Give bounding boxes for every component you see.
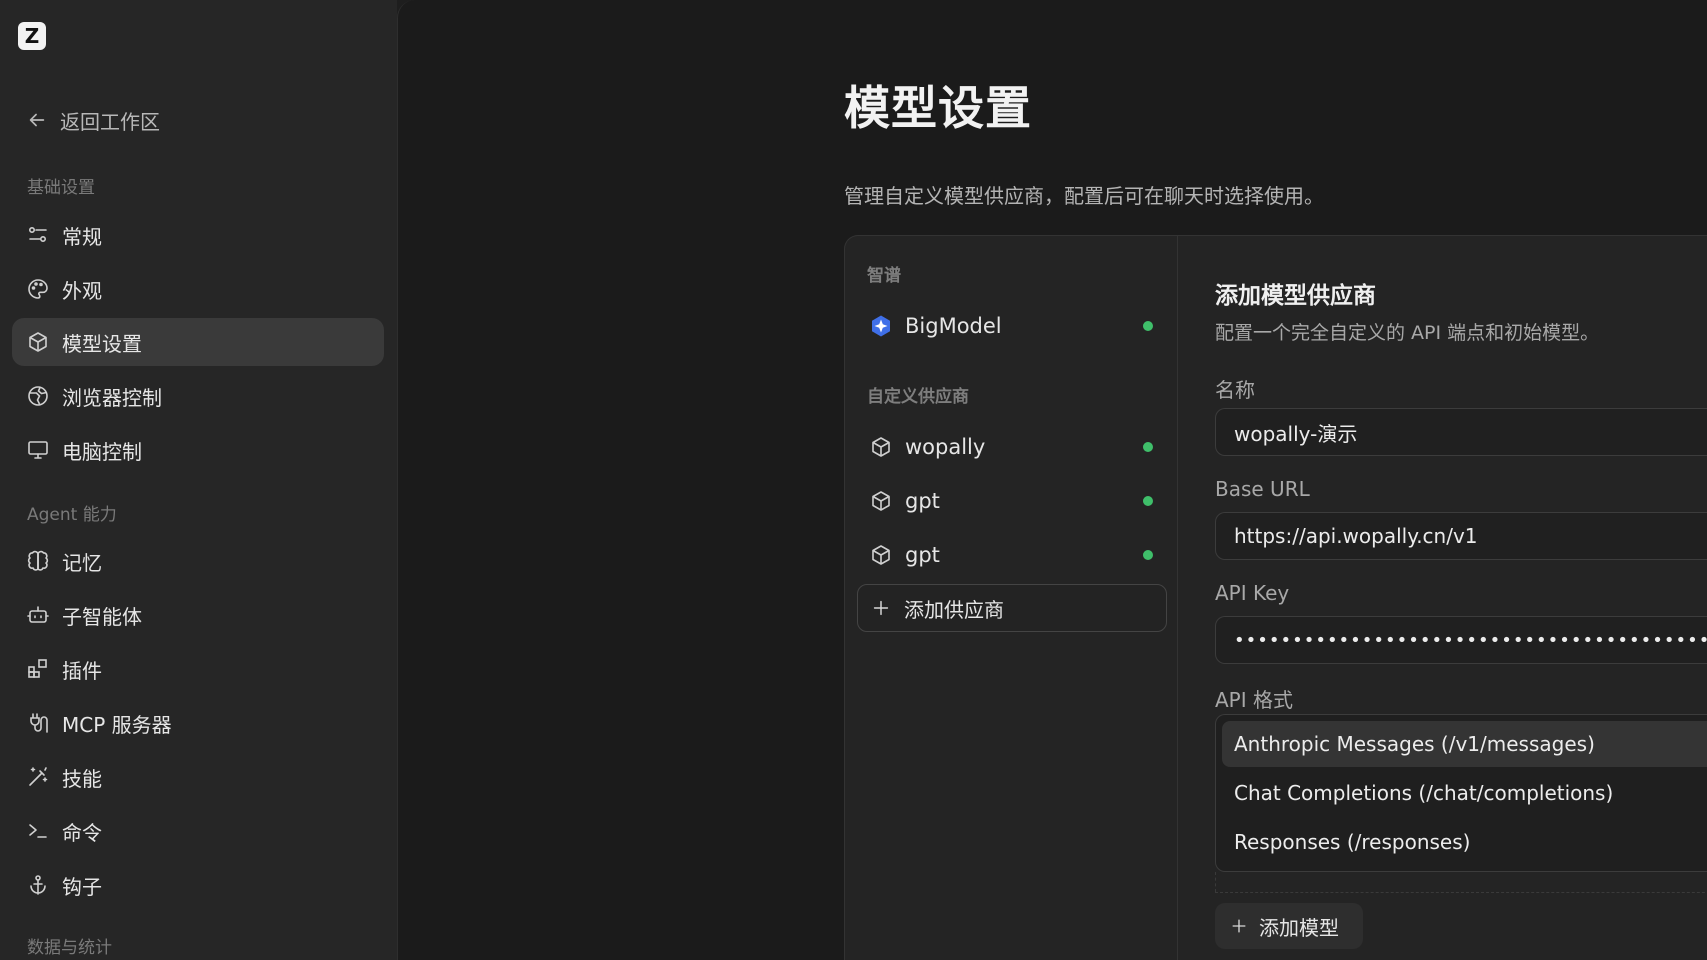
api-format-select: Anthropic Messages (/v1/messages) Chat C… [1215,714,1707,872]
add-model-button[interactable]: 添加模型 [1215,903,1363,949]
palette-icon [28,279,48,299]
provider-name: gpt [905,543,940,567]
plug-icon [30,713,48,733]
sidebar-item-label: 记忆 [62,550,102,575]
sidebar-item-label: 浏览器控制 [62,385,162,410]
globe-icon [28,386,48,406]
sidebar-item-skills[interactable]: 技能 [12,753,384,801]
sidebar-item-label: 子智能体 [62,604,142,629]
name-input[interactable]: wopally-演示 [1215,408,1707,456]
sidebar-item-memory[interactable]: 记忆 [12,537,384,585]
box-icon [29,332,47,352]
bot-icon [27,606,49,623]
sidebar-item-label: 插件 [62,658,102,683]
box-icon [872,545,890,565]
sidebar: Z 返回工作区 基础设置 常规 外观 模型设置 浏览器控制 电脑控制 Agent… [0,0,397,960]
terminal-icon [29,824,47,838]
add-model-label: 添加模型 [1259,915,1339,940]
sidebar-item-commands[interactable]: 命令 [12,807,384,855]
add-provider-label: 添加供应商 [904,597,1004,622]
sidebar-item-label: 外观 [62,278,102,303]
back-label: 返回工作区 [60,109,160,134]
sidebar-item-plugins[interactable]: 插件 [12,645,384,693]
sliders-icon [28,227,47,243]
arrow-left-icon [29,113,45,127]
api-key-input[interactable]: ••••••••••••••••••••••••••••••••••••••••… [1215,616,1707,664]
anchor-icon [30,875,46,895]
box-icon [872,491,890,511]
plus-icon [1232,919,1246,933]
group-label-custom: 自定义供应商 [867,387,969,407]
provider-name: BigModel [905,314,1002,338]
name-label: 名称 [1215,378,1255,402]
sidebar-item-label: 电脑控制 [62,439,142,464]
status-dot-active [1143,442,1153,452]
sidebar-item-computer-control[interactable]: 电脑控制 [12,426,384,474]
main-content: 模型设置 管理自定义模型供应商，配置后可在聊天时选择使用。 智谱 BigMode… [397,0,1707,960]
sidebar-item-appearance[interactable]: 外观 [12,265,384,313]
status-dot-active [1143,496,1153,506]
add-provider-form: 添加模型供应商 配置一个完全自定义的 API 端点和初始模型。 名称 wopal… [1179,236,1707,960]
box-icon [872,437,890,457]
form-subtitle: 配置一个完全自定义的 API 端点和初始模型。 [1215,322,1600,344]
plus-icon [873,600,889,616]
wand-icon [29,767,48,786]
dashed-divider [1215,892,1707,893]
form-title: 添加模型供应商 [1215,283,1376,309]
app-window: Z 返回工作区 基础设置 常规 外观 模型设置 浏览器控制 电脑控制 Agent… [0,0,1707,960]
provider-item-wopally[interactable]: wopally [857,424,1167,470]
sidebar-item-label: MCP 服务器 [62,712,172,737]
api-format-option-chat-completions[interactable]: Chat Completions (/chat/completions) [1222,770,1707,816]
sidebar-item-label: 钩子 [62,874,102,899]
back-to-workspace-button[interactable]: 返回工作区 [26,104,160,136]
provider-item-bigmodel[interactable]: BigModel [857,303,1167,349]
provider-name: gpt [905,489,940,513]
section-label-basic: 基础设置 [27,178,95,198]
sidebar-item-hooks[interactable]: 钩子 [12,861,384,909]
provider-item-gpt-1[interactable]: gpt [857,478,1167,524]
brain-icon [27,550,49,571]
api-format-option-anthropic[interactable]: Anthropic Messages (/v1/messages) [1222,721,1707,767]
monitor-icon [28,441,48,459]
sidebar-item-browser-control[interactable]: 浏览器控制 [12,372,384,420]
api-format-label: API 格式 [1215,688,1293,712]
section-label-agent: Agent 能力 [27,505,117,525]
group-label-zhipu: 智谱 [867,266,901,286]
add-provider-button[interactable]: 添加供应商 [857,584,1167,632]
sidebar-item-label: 常规 [62,224,102,249]
sidebar-item-label: 命令 [62,820,102,845]
sidebar-item-mcp-servers[interactable]: MCP 服务器 [12,699,384,747]
app-logo-letter: Z [24,24,40,48]
bigmodel-logo-icon [872,315,890,337]
provider-panel: 智谱 BigModel 自定义供应商 wopally gpt gpt 添加供应商… [844,235,1707,960]
status-dot-active [1143,321,1153,331]
provider-list: 智谱 BigModel 自定义供应商 wopally gpt gpt 添加供应商 [845,236,1178,960]
api-format-option-responses[interactable]: Responses (/responses) [1222,819,1707,865]
section-label-data: 数据与统计 [27,938,112,958]
blocks-icon [28,659,47,678]
api-key-label: API Key [1215,581,1290,605]
page-description: 管理自定义模型供应商，配置后可在聊天时选择使用。 [844,184,1324,208]
provider-item-gpt-2[interactable]: gpt [857,532,1167,578]
dashed-divider-side [1215,872,1216,892]
app-logo[interactable]: Z [18,22,46,50]
sidebar-item-label: 技能 [62,766,102,791]
base-url-label: Base URL [1215,477,1310,501]
sidebar-item-general[interactable]: 常规 [12,211,384,259]
base-url-input[interactable]: https://api.wopally.cn/v1 [1215,512,1707,560]
provider-name: wopally [905,435,986,459]
page-title: 模型设置 [844,81,1032,135]
sidebar-item-label: 模型设置 [62,331,142,356]
sidebar-item-model-settings[interactable]: 模型设置 [12,318,384,366]
sidebar-item-sub-agents[interactable]: 子智能体 [12,591,384,639]
status-dot-active [1143,550,1153,560]
